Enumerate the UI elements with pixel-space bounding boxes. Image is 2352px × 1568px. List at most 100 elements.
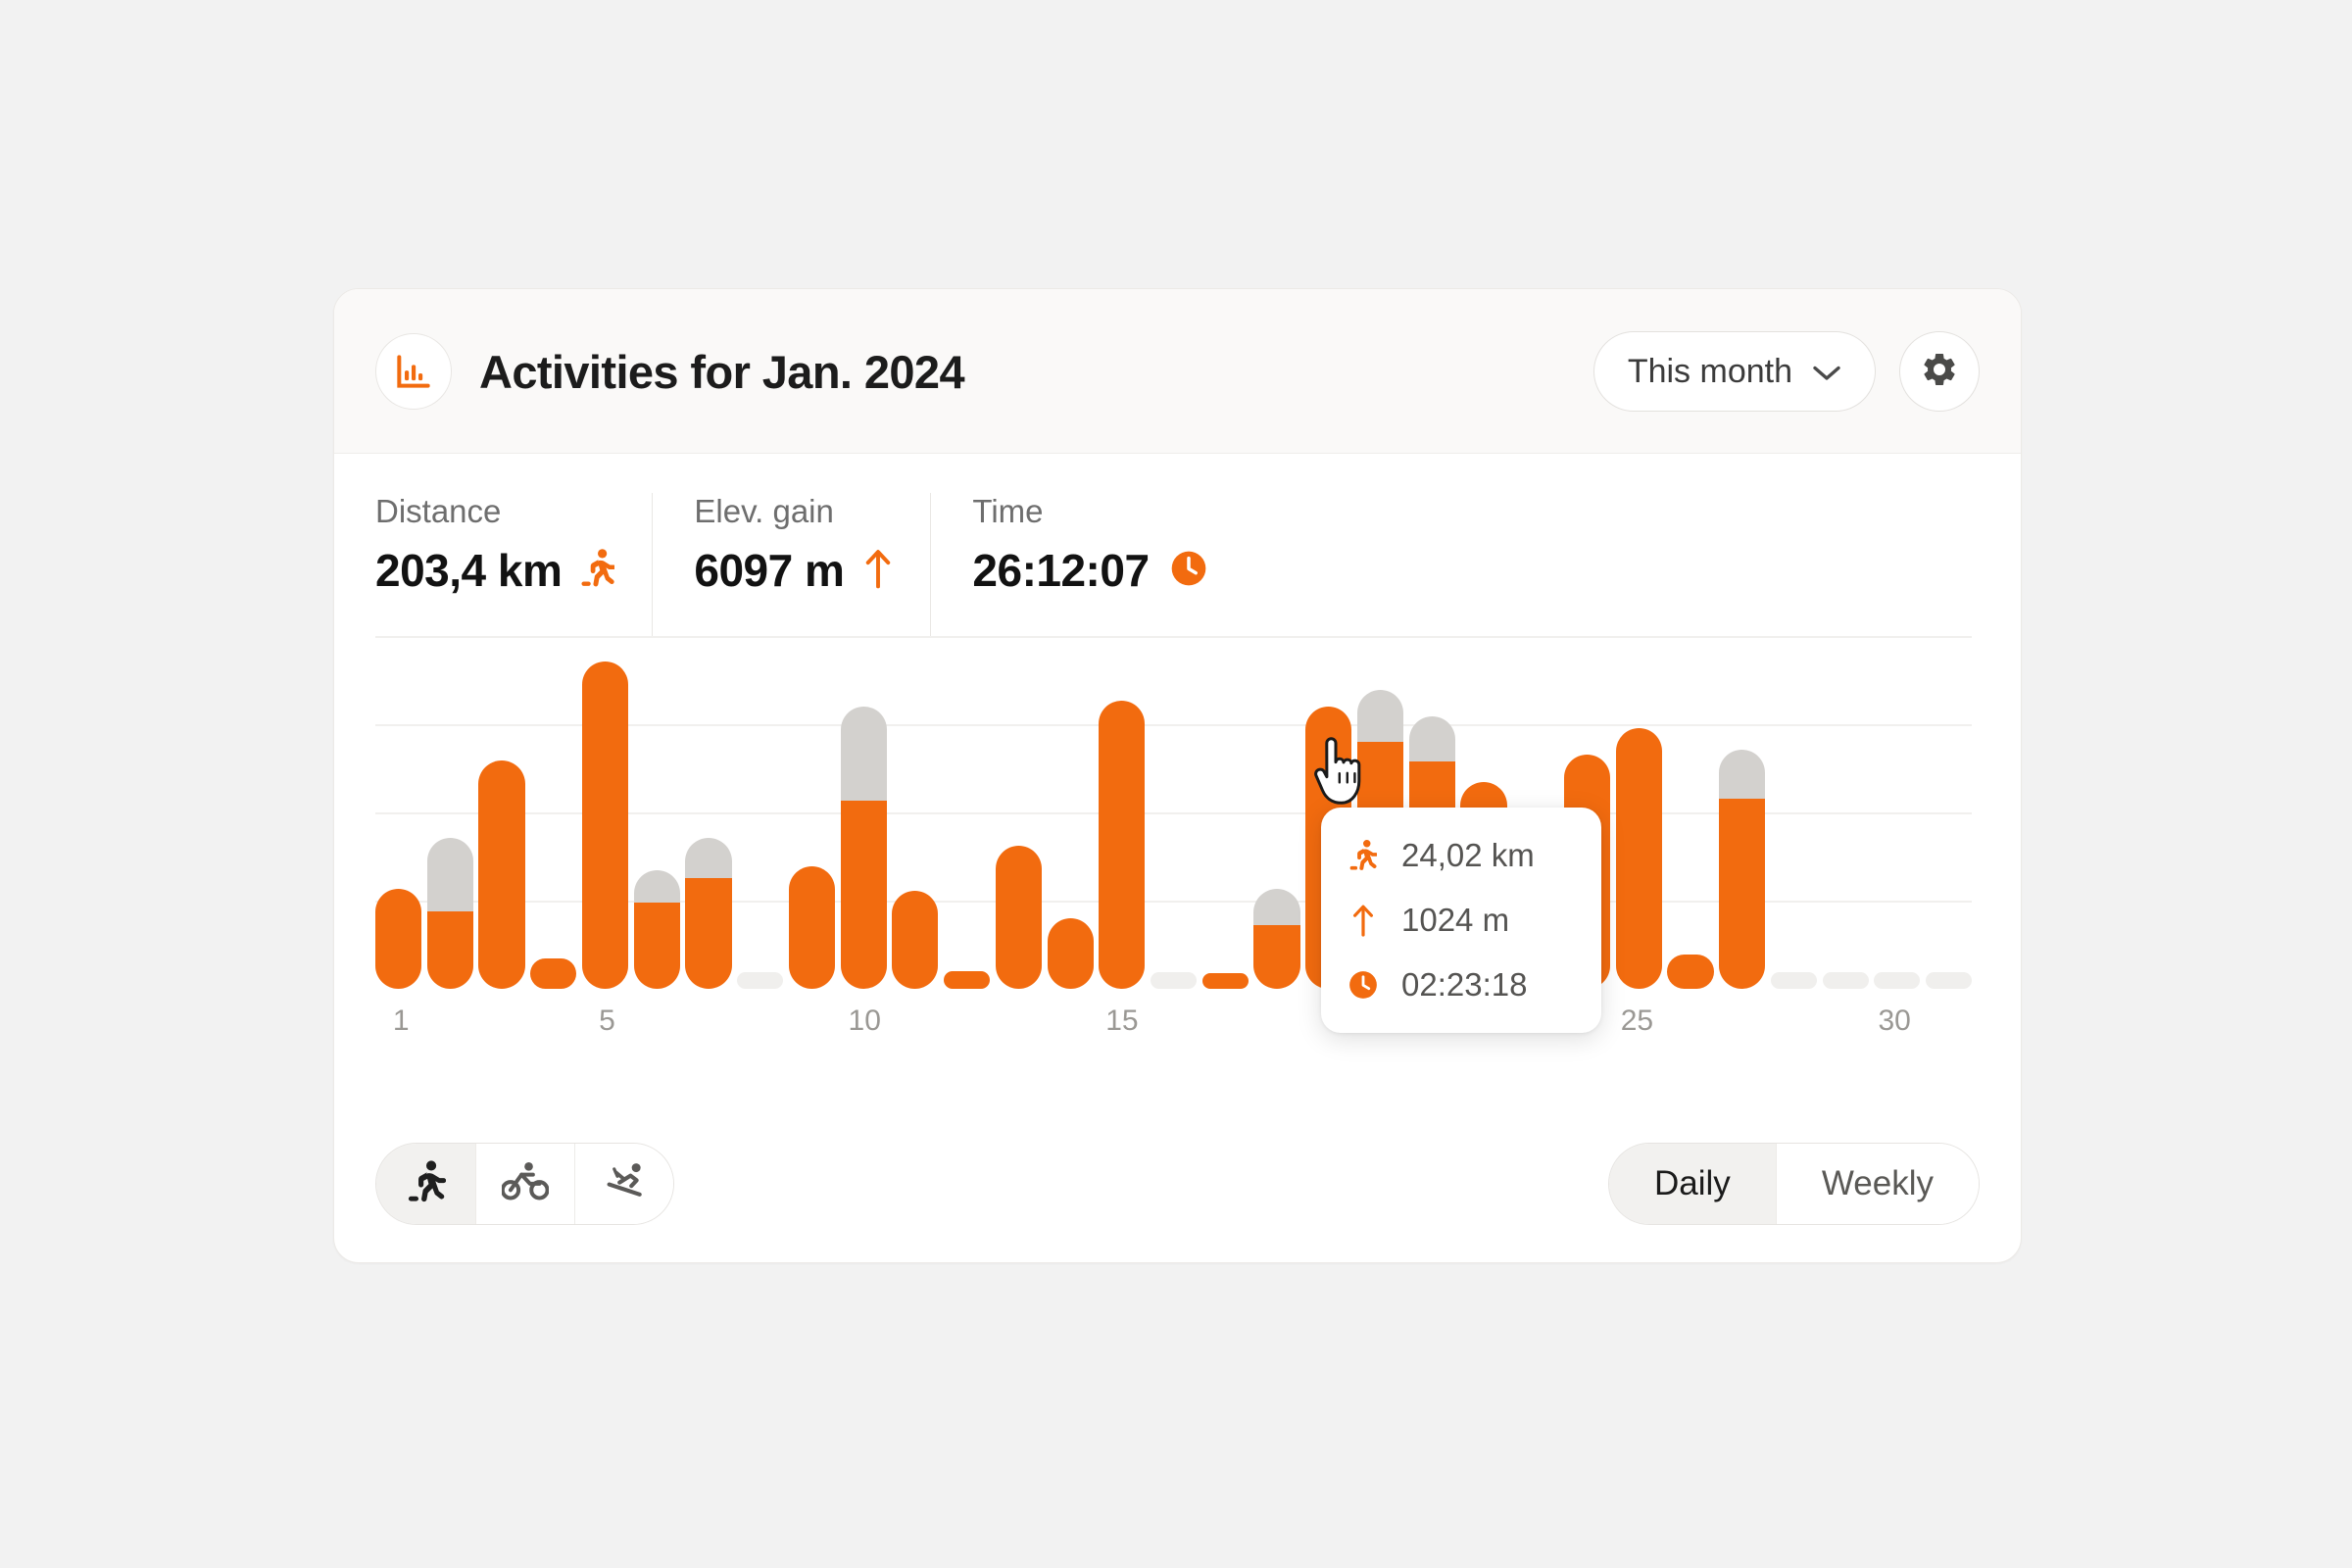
chart-bar-segment-primary [375, 889, 422, 989]
tooltip-elevation-row: 1024 m [1347, 902, 1576, 939]
chart-tooltip: 24,02 km 1024 m 02:23:18 [1321, 808, 1601, 1033]
chart-bar[interactable] [840, 636, 887, 989]
chart-bar-segment-secondary [1719, 750, 1766, 799]
stat-distance-label: Distance [375, 493, 502, 529]
chart-x-axis: 151015202530 [375, 997, 1972, 1048]
chart-bar[interactable] [581, 636, 629, 989]
x-axis-tick: 5 [599, 1004, 615, 1037]
chart-bar-segment-primary [1201, 973, 1249, 989]
arrow-up-icon [863, 547, 893, 595]
chart-bar-segment-secondary [1408, 715, 1455, 762]
chart-bar[interactable] [1822, 636, 1869, 989]
chart-bar[interactable] [1099, 636, 1146, 989]
chart-bar[interactable] [788, 636, 836, 989]
activity-chart: 151015202530 [375, 636, 1980, 1048]
x-axis-tick: 15 [1105, 1004, 1139, 1037]
chart-bar-empty [1874, 972, 1921, 989]
sport-toggle-cycling[interactable] [475, 1144, 574, 1224]
chart-bar[interactable] [1151, 636, 1198, 989]
chart-bar[interactable] [995, 636, 1042, 989]
clock-icon [1347, 969, 1380, 1001]
range-toggle-daily[interactable]: Daily [1608, 1144, 1776, 1224]
stat-distance: Distance 203,4 km [334, 493, 652, 636]
stat-elevation: Elev. gain 6097 m [652, 493, 930, 636]
chart-bar[interactable] [685, 636, 732, 989]
chart-bar[interactable] [892, 636, 939, 989]
period-dropdown-label: This month [1627, 352, 1792, 390]
chart-bar-segment-primary [1253, 925, 1300, 989]
chart-bar[interactable] [1719, 636, 1766, 989]
chart-bar[interactable] [1201, 636, 1249, 989]
chart-bar[interactable] [478, 636, 525, 989]
chart-bar-segment-primary [581, 662, 629, 989]
chart-bar[interactable] [633, 636, 680, 989]
chart-bar[interactable] [1926, 636, 1973, 989]
chart-bar-segment-secondary [633, 869, 680, 904]
period-dropdown[interactable]: This month [1592, 331, 1876, 412]
chart-bar[interactable] [1253, 636, 1300, 989]
chart-bar-empty [1151, 972, 1198, 989]
chart-bar[interactable] [1874, 636, 1921, 989]
x-axis-tick: 25 [1620, 1004, 1654, 1037]
chart-bar[interactable] [1667, 636, 1714, 989]
x-axis-tick: 30 [1878, 1004, 1911, 1037]
running-icon [581, 548, 616, 594]
range-toggle: Daily Weekly [1607, 1143, 1980, 1225]
chart-bar-segment-secondary [426, 838, 473, 911]
chart-bar-segment-primary [426, 910, 473, 989]
chart-bar-segment-primary [1047, 918, 1094, 989]
page-title: Activities for Jan. 2024 [479, 345, 965, 398]
chart-bar-segment-primary [1615, 727, 1662, 989]
stat-distance-value: 203,4 km [375, 545, 563, 596]
clock-icon [1169, 549, 1208, 593]
chart-bar[interactable] [1047, 636, 1094, 989]
stat-time-label: Time [972, 493, 1044, 529]
sport-toggle-skiing[interactable] [574, 1144, 673, 1224]
stat-elevation-value: 6097 m [694, 545, 845, 596]
tooltip-time-value: 02:23:18 [1401, 966, 1528, 1003]
gear-icon [1920, 350, 1959, 394]
sport-type-toggle [375, 1143, 674, 1225]
chart-controls: Daily Weekly [375, 1143, 1980, 1225]
arrow-up-icon [1347, 903, 1380, 938]
chart-bar[interactable] [375, 636, 422, 989]
tooltip-elevation-value: 1024 m [1401, 902, 1510, 938]
chart-bar[interactable] [530, 636, 577, 989]
chart-bar-empty [737, 972, 784, 989]
chart-bar[interactable] [1770, 636, 1817, 989]
range-toggle-weekly[interactable]: Weekly [1775, 1144, 1979, 1224]
chart-bar-segment-primary [840, 801, 887, 989]
chart-bar[interactable] [944, 636, 991, 989]
chart-bar[interactable] [426, 636, 473, 989]
chart-bar-empty [1822, 972, 1869, 989]
chart-bar-empty [1926, 972, 1973, 989]
chart-bar-segment-primary [944, 971, 991, 989]
card-header: Activities for Jan. 2024 This month [334, 289, 2021, 454]
skiing-icon [601, 1161, 648, 1207]
tooltip-distance-row: 24,02 km [1347, 837, 1576, 874]
chart-bar-segment-primary [633, 903, 680, 989]
stat-time: Time 26:12:07 [930, 493, 1245, 636]
chart-bar-empty [1770, 972, 1817, 989]
chart-bar[interactable] [737, 636, 784, 989]
chart-bar-segment-secondary [840, 707, 887, 801]
chart-bar-segment-primary [685, 878, 732, 989]
activities-card: Activities for Jan. 2024 This month Dist… [333, 288, 2022, 1263]
cycling-icon [500, 1161, 550, 1207]
stat-time-value: 26:12:07 [972, 545, 1150, 596]
x-axis-tick: 10 [848, 1004, 881, 1037]
chart-bar[interactable] [1615, 636, 1662, 989]
chart-bar-segment-primary [1099, 701, 1146, 989]
mouse-cursor-pointer [1312, 737, 1371, 816]
sport-toggle-running[interactable] [376, 1144, 475, 1224]
settings-button[interactable] [1899, 331, 1980, 412]
chart-bar-segment-secondary [1356, 690, 1404, 742]
running-icon [1347, 839, 1380, 872]
chart-bar-segment-secondary [685, 838, 732, 879]
summary-stats: Distance 203,4 km Elev. gain 6097 m Time… [334, 454, 2021, 636]
chart-bar-segment-primary [530, 957, 577, 989]
chart-bar-segment-primary [478, 760, 525, 989]
chart-bar-segment-primary [995, 845, 1042, 989]
chart-bar-segment-primary [788, 866, 836, 989]
chart-bar-segment-primary [1667, 955, 1714, 989]
